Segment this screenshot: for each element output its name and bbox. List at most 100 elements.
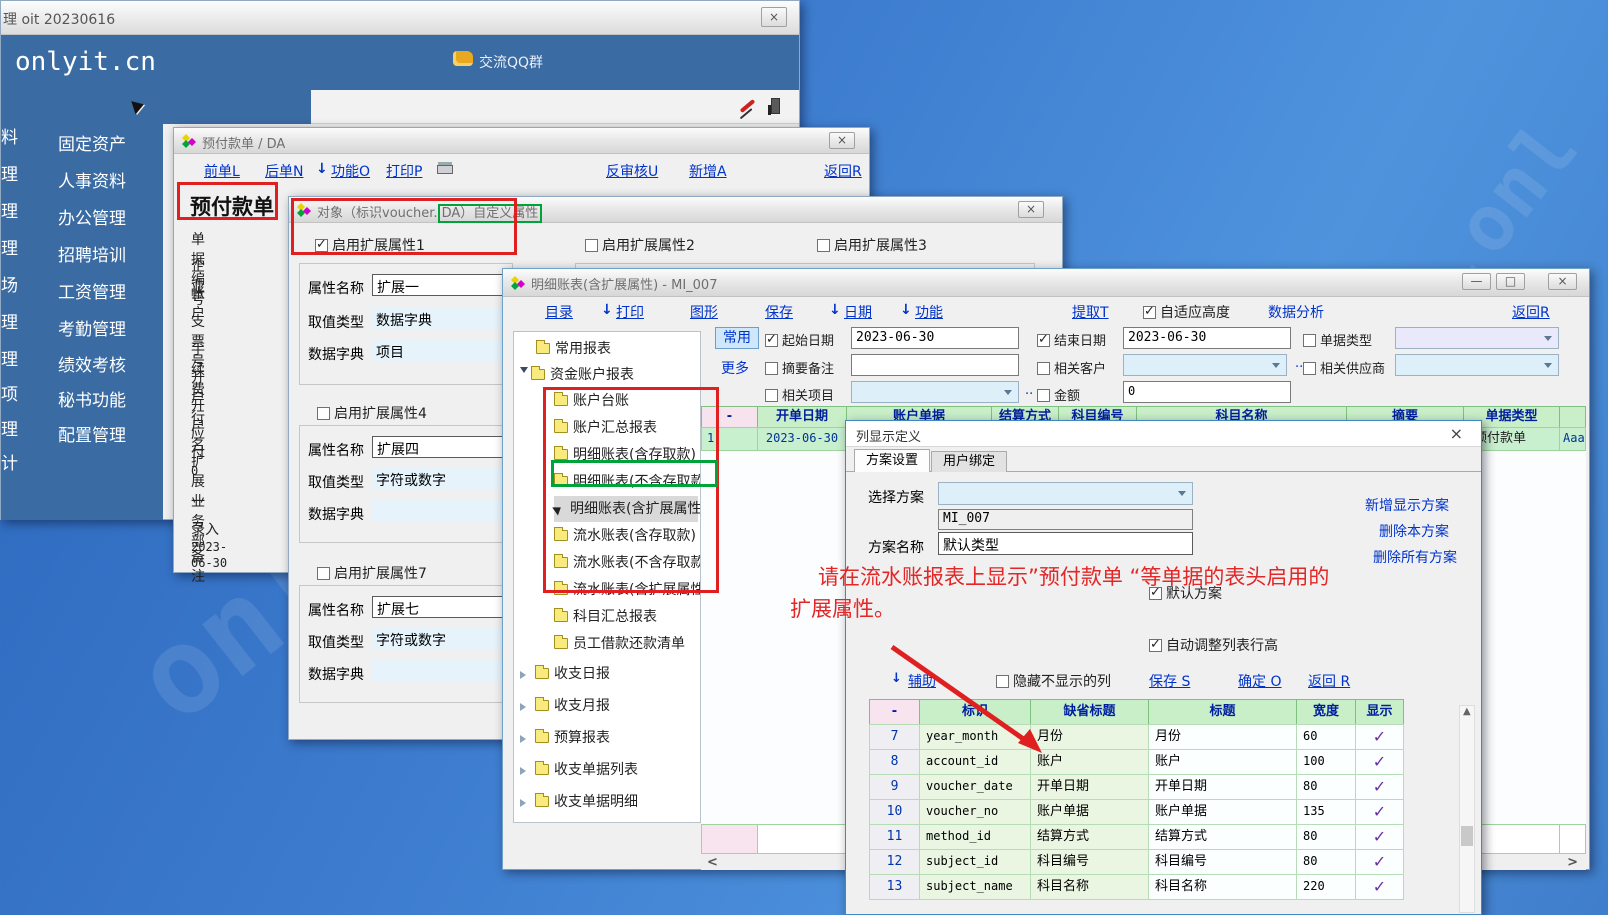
visible-check-icon[interactable]: ✓ [1355,799,1404,825]
graph-button[interactable]: 图形 [690,302,718,322]
supplier-checkbox[interactable]: 相关供应商 [1303,358,1385,377]
scroll-thumb[interactable] [1461,826,1473,846]
project-more-dots[interactable]: .. [1025,383,1033,398]
qq-group-link[interactable]: 交流QQ群 [479,52,543,72]
scroll-right-arrow[interactable]: > [1567,855,1578,870]
attr-name-input[interactable]: 扩展一 [372,274,506,296]
menu-item-payroll[interactable]: 工资管理 [58,278,126,315]
enable-attr1-checkbox[interactable]: 启用扩展属性1 [315,235,425,255]
print-button[interactable]: 打印P [386,161,422,181]
menu-item-partial[interactable]: 理 [1,415,18,449]
voucher-type-select[interactable] [1395,327,1559,349]
tree-item-detail-with-deposit[interactable]: 明细账表(含存取款) [554,442,698,468]
enable-attr2-checkbox[interactable]: 启用扩展属性2 [585,235,695,255]
data-dict-select[interactable] [372,500,506,522]
menu-item-attendance[interactable]: 考勤管理 [58,315,126,351]
menu-item-hr-files[interactable]: 人事资料 [58,167,126,204]
dialog-close-icon[interactable]: × [1450,424,1463,443]
report-titlebar[interactable]: 明细账表(含扩展属性) - MI_007 — □ × [503,269,1589,297]
tree-item-journal-with-deposit[interactable]: 流水账表(含存取款) [554,523,698,549]
start-date-checkbox[interactable]: 起始日期 [765,330,834,349]
menu-item-config[interactable]: 配置管理 [58,421,126,456]
tree-item-subject-summary[interactable]: 科目汇总报表 [554,604,698,630]
visible-check-icon[interactable]: ✓ [1355,874,1404,900]
exit-icon[interactable] [771,98,780,114]
collapsed-arrow-icon[interactable] [520,767,530,775]
menu-item-partial[interactable]: 计 [1,449,18,483]
add-new-button[interactable]: 新增A [689,161,727,181]
menu-item-performance[interactable]: 绩效考核 [58,351,126,386]
functions-menu-button[interactable]: 功能 [915,302,943,322]
value-type-value[interactable]: 数据字典 [372,308,506,330]
grid-row1-date[interactable]: 2023-06-30 [757,427,847,451]
voucher-close-button[interactable]: × [829,132,855,149]
tree-item-account-summary[interactable]: 账户汇总报表 [554,415,698,441]
end-date-checkbox[interactable]: 结束日期 [1037,330,1106,349]
tree-item-common-reports[interactable]: 常用报表 [536,336,698,362]
amount-checkbox[interactable]: 金额 [1037,385,1080,404]
tree-item-daily-income-expense[interactable]: 收支日报 [520,661,698,687]
visible-check-icon[interactable]: ✓ [1355,724,1404,750]
extract-button[interactable]: 提取T [1072,302,1109,322]
amount-input[interactable]: 0 [1123,381,1291,403]
collapsed-arrow-icon[interactable] [520,703,530,711]
value-type-value[interactable]: 字符或数字 [372,468,506,490]
project-select[interactable] [851,381,1019,403]
menu-item-office-admin[interactable]: 办公管理 [58,204,126,241]
tree-item-detail-with-ext-attrs[interactable]: 明细账表(含扩展属性) [554,496,698,522]
close-button[interactable]: × [1548,273,1577,290]
tree-item-fund-account-reports[interactable]: 资金账户报表 [520,362,698,388]
tree-item-monthly-income-expense[interactable]: 收支月报 [520,693,698,719]
prev-voucher-button[interactable]: 前单L [204,161,240,181]
grid-header-rownum[interactable]: - [701,406,758,428]
customer-checkbox[interactable]: 相关客户 [1037,358,1106,377]
add-scheme-link[interactable]: 新增显示方案 [1365,495,1449,515]
select-scheme-dropdown[interactable] [938,482,1193,505]
dialog-vscrollbar[interactable]: ▲ [1459,705,1475,913]
menu-item-partial[interactable]: 理 [1,345,18,380]
delete-scheme-link[interactable]: 删除本方案 [1379,521,1449,541]
scroll-up-arrow[interactable]: ▲ [1463,706,1471,717]
minimize-button[interactable]: — [1462,273,1491,290]
tab-scheme-settings[interactable]: 方案设置 [854,449,930,472]
tree-item-voucher-list[interactable]: 收支单据列表 [520,757,698,783]
return-button[interactable]: 返回R [824,161,862,181]
dialog-titlebar[interactable]: 列显示定义 × [846,421,1481,447]
custom-attr-titlebar[interactable]: 对象（标识voucher.DA）自定义属性 × [289,197,1062,223]
data-dict-select[interactable]: 项目 [372,340,506,362]
memo-checkbox[interactable]: 摘要备注 [765,358,834,377]
printer-icon[interactable] [437,165,453,174]
menu-item-partial[interactable]: 项 [1,380,18,415]
visible-check-icon[interactable]: ✓ [1355,849,1404,875]
value-type-value[interactable]: 字符或数字 [372,628,506,650]
enable-attr7-checkbox[interactable]: 启用扩展属性7 [317,563,427,583]
functions-menu-button[interactable]: 功能O [331,161,370,181]
collapsed-arrow-icon[interactable] [520,735,530,743]
menu-item-recruit-training[interactable]: 招聘培训 [58,241,126,278]
custom-attr-close-button[interactable]: × [1018,201,1044,218]
save-button[interactable]: 保存 [765,302,793,322]
grid-row1-extra[interactable]: Aaa [1559,427,1586,451]
catalog-button[interactable]: 目录 [545,302,573,322]
auto-row-height-checkbox[interactable]: 自动调整列表行高 [1149,635,1278,655]
supplier-select[interactable] [1395,354,1559,376]
data-dict-select[interactable] [372,660,506,682]
attr-name-input[interactable]: 扩展四 [372,436,506,458]
fit-height-checkbox[interactable]: 自适应高度 [1143,302,1230,322]
tree-item-account-ledger[interactable]: 账户台账 [554,388,698,414]
menu-item-partial[interactable]: 理 [1,308,18,345]
more-filters-link[interactable]: 更多 [721,358,749,378]
save-button[interactable]: 保存 S [1149,671,1190,691]
maximize-button[interactable]: □ [1496,273,1525,290]
tree-item-employee-loan-list[interactable]: 员工借款还款清单 [554,631,698,657]
attr-name-input[interactable]: 扩展七 [372,596,506,618]
tree-item-budget-reports[interactable]: 预算报表 [520,725,698,751]
menu-item-partial[interactable]: 理 [1,160,18,197]
voucher-titlebar[interactable]: 预付款单 / DA × [174,128,869,154]
visible-check-icon[interactable]: ✓ [1355,749,1404,775]
menu-item-secretary[interactable]: 秘书功能 [58,386,126,421]
menu-item-partial[interactable]: 理 [1,197,18,234]
common-filter-tab[interactable]: 常用 [715,327,759,349]
next-voucher-button[interactable]: 后单N [265,161,303,181]
tree-item-voucher-detail[interactable]: 收支单据明细 [520,789,698,815]
